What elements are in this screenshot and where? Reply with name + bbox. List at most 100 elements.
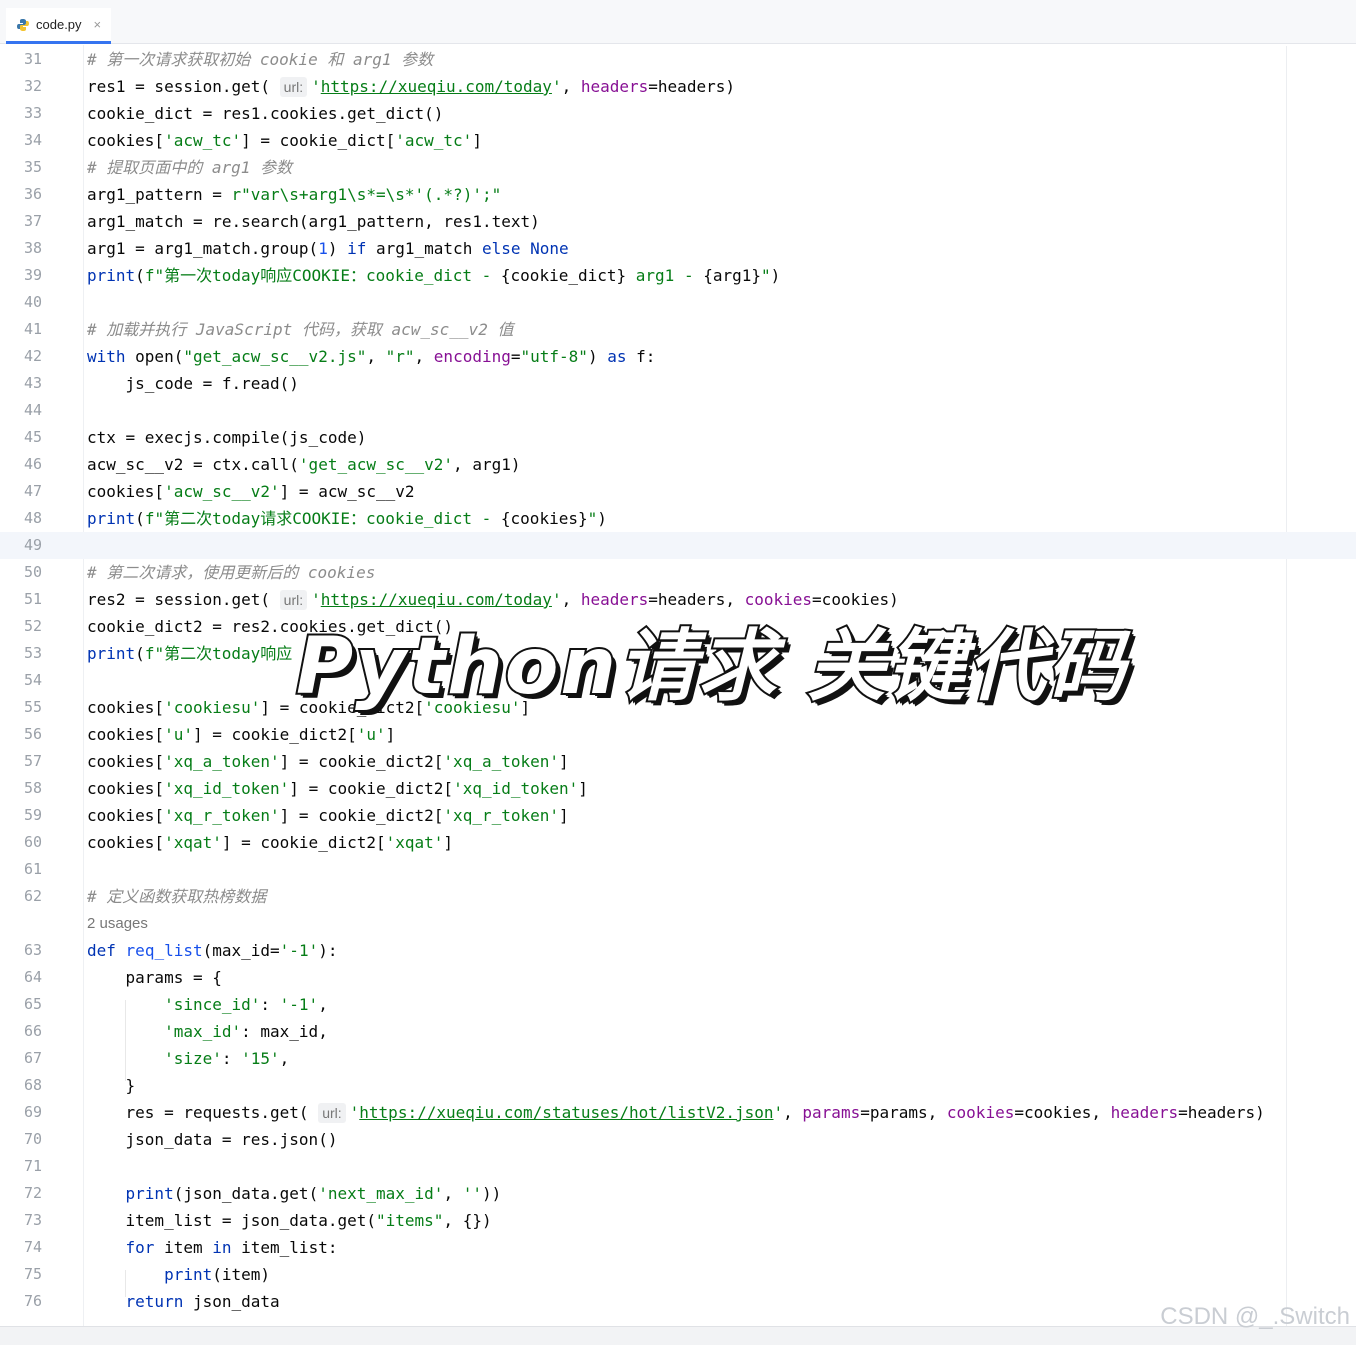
- code-comment: # 提取页面中的 arg1 参数: [87, 158, 293, 177]
- line-number: 44: [23, 401, 42, 419]
- usages-hint: 2 usages: [87, 915, 148, 932]
- code-line[interactable]: 74 for item in item_list:: [0, 1234, 1356, 1261]
- line-number: 62: [23, 887, 42, 905]
- line-number: 36: [23, 185, 42, 203]
- code-text: cookies['xq_a_token'] = cookie_dict2['xq…: [87, 752, 569, 771]
- line-number: 41: [23, 320, 42, 338]
- line-number: 69: [23, 1103, 42, 1121]
- line-number: 33: [23, 104, 42, 122]
- code-line[interactable]: 56 cookies['u'] = cookie_dict2['u']: [0, 721, 1356, 748]
- code-text: for item in item_list:: [125, 1238, 338, 1257]
- code-line[interactable]: 39 print(f"第一次today响应COOKIE：cookie_dict -…: [0, 262, 1356, 289]
- code-line[interactable]: 64 params = {: [0, 964, 1356, 991]
- code-line[interactable]: 35 # 提取页面中的 arg1 参数: [0, 154, 1356, 181]
- code-line[interactable]: 37 arg1_match = re.search(arg1_pattern, r…: [0, 208, 1356, 235]
- code-text: ctx = execjs.compile(js_code): [87, 428, 367, 447]
- code-text: cookies['acw_tc'] = cookie_dict['acw_tc'…: [87, 131, 482, 150]
- code-comment: # 第二次请求，使用更新后的 cookies: [87, 563, 376, 582]
- code-line[interactable]: 49: [0, 532, 1356, 559]
- line-number: 72: [23, 1184, 42, 1202]
- code-line[interactable]: 58 cookies['xq_id_token'] = cookie_dict2[…: [0, 775, 1356, 802]
- line-number: 75: [23, 1265, 42, 1283]
- code-line[interactable]: 46 acw_sc__v2 = ctx.call('get_acw_sc__v2'…: [0, 451, 1356, 478]
- code-line[interactable]: 65 'since_id': '-1',: [0, 991, 1356, 1018]
- code-text: cookies['u'] = cookie_dict2['u']: [87, 725, 396, 744]
- indent-guide: [125, 1000, 126, 1081]
- indent-guide: [125, 1270, 126, 1297]
- code-text: res = requests.get( url:'https://xueqiu.…: [87, 1103, 1265, 1123]
- watermark: CSDN @_.Switch: [1160, 1303, 1350, 1330]
- code-text: res1 = session.get( url:'https://xueqiu.…: [87, 77, 735, 97]
- code-line[interactable]: 66 'max_id': max_id,: [0, 1018, 1356, 1045]
- code-text: js_code = f.read(): [87, 374, 299, 393]
- code-line[interactable]: 38 arg1 = arg1_match.group(1) if arg1_mat…: [0, 235, 1356, 262]
- line-number: 71: [23, 1157, 42, 1175]
- code-text: acw_sc__v2 = ctx.call('get_acw_sc__v2', …: [87, 455, 521, 474]
- code-line[interactable]: 71: [0, 1153, 1356, 1180]
- code-text: print(f"第一次today响应COOKIE：cookie_dict - {…: [87, 266, 781, 285]
- code-text: arg1 = arg1_match.group(1) if arg1_match…: [87, 239, 569, 258]
- code-line[interactable]: 41 # 加载并执行 JavaScript 代码，获取 acw_sc__v2 值: [0, 316, 1356, 343]
- code-text: print(f"第二次today请求COOKIE：cookie_dict - {…: [87, 509, 607, 528]
- code-text: item_list = json_data.get("items", {}): [87, 1211, 492, 1230]
- code-line[interactable]: 72 print(json_data.get('next_max_id', ''…: [0, 1180, 1356, 1207]
- code-text: cookies['acw_sc__v2'] = acw_sc__v2: [87, 482, 415, 501]
- code-text: 'max_id': max_id,: [164, 1022, 328, 1041]
- code-line[interactable]: 76 return json_data: [0, 1288, 1356, 1315]
- code-line[interactable]: 43 js_code = f.read(): [0, 370, 1356, 397]
- code-line[interactable]: 33 cookie_dict = res1.cookies.get_dict(): [0, 100, 1356, 127]
- code-line[interactable]: 36 arg1_pattern = r"var\s+arg1\s*=\s*'(.*…: [0, 181, 1356, 208]
- line-number: 64: [23, 968, 42, 986]
- code-line[interactable]: 69 res = requests.get( url:'https://xueq…: [0, 1099, 1356, 1126]
- line-number: 45: [23, 428, 42, 446]
- code-comment: # 第一次请求获取初始 cookie 和 arg1 参数: [87, 50, 434, 69]
- code-line[interactable]: 70 json_data = res.json(): [0, 1126, 1356, 1153]
- code-line[interactable]: 75 print(item): [0, 1261, 1356, 1288]
- line-number: 35: [23, 158, 42, 176]
- code-line[interactable]: 59 cookies['xq_r_token'] = cookie_dict2['…: [0, 802, 1356, 829]
- code-line[interactable]: 50 # 第二次请求，使用更新后的 cookies: [0, 559, 1356, 586]
- line-number: 63: [23, 941, 42, 959]
- line-number: 66: [23, 1022, 42, 1040]
- line-number: 32: [23, 77, 42, 95]
- line-number: 52: [23, 617, 42, 635]
- line-number: 59: [23, 806, 42, 824]
- code-line[interactable]: 62 # 定义函数获取热榜数据: [0, 883, 1356, 910]
- python-file-icon: [17, 18, 29, 31]
- line-number: 56: [23, 725, 42, 743]
- line-number: 39: [23, 266, 42, 284]
- code-line[interactable]: 57 cookies['xq_a_token'] = cookie_dict2['…: [0, 748, 1356, 775]
- code-line[interactable]: 32 res1 = session.get( url:'https://xueqi…: [0, 73, 1356, 100]
- code-line[interactable]: 68 }: [0, 1072, 1356, 1099]
- code-line[interactable]: 34 cookies['acw_tc'] = cookie_dict['acw_t…: [0, 127, 1356, 154]
- code-line[interactable]: 61: [0, 856, 1356, 883]
- code-text: cookies['xqat'] = cookie_dict2['xqat']: [87, 833, 454, 852]
- line-number: 49: [23, 536, 42, 554]
- code-text: 'size': '15',: [164, 1049, 290, 1068]
- line-number: 55: [23, 698, 42, 716]
- code-line[interactable]: 48 print(f"第二次today请求COOKIE：cookie_dict -…: [0, 505, 1356, 532]
- code-text: cookie_dict = res1.cookies.get_dict(): [87, 104, 444, 123]
- code-text: arg1_pattern = r"var\s+arg1\s*=\s*'(.*?)…: [87, 185, 502, 204]
- code-line[interactable]: 2 usages: [0, 910, 1356, 937]
- code-line[interactable]: 42 with open("get_acw_sc__v2.js", "r", en…: [0, 343, 1356, 370]
- code-comment: # 定义函数获取热榜数据: [87, 887, 267, 906]
- code-line[interactable]: 31 # 第一次请求获取初始 cookie 和 arg1 参数: [0, 46, 1356, 73]
- tab-code-py[interactable]: code.py ×: [6, 8, 112, 44]
- code-text: json_data = res.json(): [87, 1130, 338, 1149]
- code-line[interactable]: 67 'size': '15',: [0, 1045, 1356, 1072]
- code-line[interactable]: 40: [0, 289, 1356, 316]
- line-number: 60: [23, 833, 42, 851]
- tab-label: code.py: [36, 17, 82, 32]
- code-line[interactable]: 47 cookies['acw_sc__v2'] = acw_sc__v2: [0, 478, 1356, 505]
- close-icon[interactable]: ×: [94, 17, 102, 32]
- code-line[interactable]: 60 cookies['xqat'] = cookie_dict2['xqat']: [0, 829, 1356, 856]
- code-line[interactable]: 73 item_list = json_data.get("items", {}…: [0, 1207, 1356, 1234]
- code-line[interactable]: 44: [0, 397, 1356, 424]
- code-text: print(json_data.get('next_max_id', '')): [125, 1184, 502, 1203]
- line-number: 31: [23, 50, 42, 68]
- code-line[interactable]: 63 def req_list(max_id='-1'):: [0, 937, 1356, 964]
- line-number: 74: [23, 1238, 42, 1256]
- line-number: 40: [23, 293, 42, 311]
- code-line[interactable]: 45 ctx = execjs.compile(js_code): [0, 424, 1356, 451]
